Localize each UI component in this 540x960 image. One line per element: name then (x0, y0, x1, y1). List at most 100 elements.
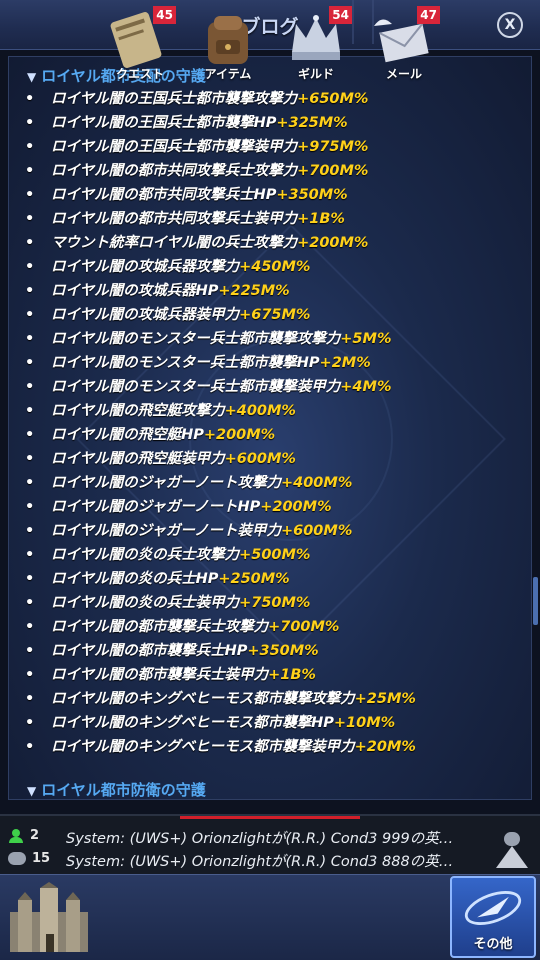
bonus-name: ロイヤル闇のジャガーノート攻撃力 (51, 475, 281, 491)
bonus-name: ロイヤル闇の飛空艇装甲力 (51, 451, 225, 467)
list-item: • ロイヤル闇のジャガーノートHP+200M% (25, 495, 332, 517)
message-count: 15 (8, 851, 50, 866)
list-item: • ロイヤル闇の攻城兵器HP+225M% (25, 279, 290, 301)
list-item: • ロイヤル闇のキングベヒーモス都市襲撃装甲力+20M% (25, 735, 416, 757)
chat-message: System: (UWS+) Orionzlightが(R.R.) Cond3 … (66, 831, 454, 847)
nav-item[interactable]: アイテム (186, 6, 270, 84)
bonus-value: +4M% (340, 379, 392, 395)
list-item: • ロイヤル闇の王国兵士都市襲撃HP+325M% (25, 111, 348, 133)
nav-label: ギルド (297, 67, 334, 81)
nav-mail[interactable]: 47 メール (362, 6, 446, 84)
compass-icon (464, 891, 522, 925)
nav-label: クエスト (115, 67, 164, 81)
bullet-icon: • (25, 307, 35, 323)
bonus-name: ロイヤル闇の都市共同攻撃兵士装甲力 (51, 211, 298, 227)
bonus-value: +10M% (333, 715, 396, 731)
bonus-value: +400M% (224, 403, 296, 419)
bonus-name: ロイヤル闇の飛空艇攻撃力 (51, 403, 225, 419)
bullet-icon: • (25, 595, 35, 611)
bullet-icon: • (25, 211, 35, 227)
mail-badge: 47 (417, 6, 440, 24)
bullet-icon: • (25, 331, 35, 347)
section-header-defense[interactable]: ▼ ロイヤル都市防衛の守護 (27, 779, 206, 799)
bonus-name: ロイヤル闇のキングベヒーモス都市襲撃HP (51, 715, 334, 731)
bonus-value: +5M% (340, 331, 392, 347)
bullet-icon: • (25, 667, 35, 683)
online-count: 2 (8, 828, 39, 843)
castle-icon[interactable] (6, 882, 92, 956)
bonus-name: ロイヤル闇のモンスター兵士都市襲撃攻撃力 (51, 331, 341, 347)
list-item: • ロイヤル闇の飛空艇装甲力+600M% (25, 447, 296, 469)
bonus-name: ロイヤル闇のモンスター兵士都市襲撃装甲力 (51, 379, 341, 395)
list-item: • ロイヤル闇の都市襲撃兵士装甲力+1B% (25, 663, 316, 685)
bullet-icon: • (25, 691, 35, 707)
bonus-value: +750M% (239, 595, 311, 611)
bonus-value: +1B% (297, 211, 345, 227)
bullet-icon: • (25, 739, 35, 755)
bonus-value: +350M% (247, 643, 319, 659)
bullet-icon: • (25, 451, 35, 467)
bonus-value: +400M% (280, 475, 353, 491)
list-item: • ロイヤル闇の飛空艇HP+200M% (25, 423, 275, 445)
chat-divider (180, 816, 360, 819)
bonus-name: ロイヤル闇の王国兵士都市襲撃攻撃力 (51, 91, 298, 107)
bullet-icon: • (25, 355, 35, 371)
bonus-name: マウント統率ロイヤル闇の兵士攻撃力 (51, 235, 298, 251)
bonus-value: +700M% (297, 163, 369, 179)
list-item: • ロイヤル闇の攻城兵器装甲力+675M% (25, 303, 310, 325)
bullet-icon: • (25, 619, 35, 635)
close-button[interactable]: X (497, 12, 523, 38)
bonus-value: +450M% (239, 259, 311, 275)
bonus-name: ロイヤル闇の都市襲撃兵士装甲力 (51, 667, 269, 683)
bonus-name: ロイヤル闇の都市襲撃兵士攻撃力 (51, 619, 269, 635)
bullet-icon: • (25, 547, 35, 563)
bonus-value: +675M% (239, 307, 311, 323)
bullet-icon: • (25, 187, 35, 203)
bonus-name: ロイヤル闇の都市共同攻撃兵士HP (51, 187, 277, 203)
bonus-name: ロイヤル闇の王国兵士都市襲撃HP (51, 115, 277, 131)
bullet-icon: • (25, 523, 35, 539)
bullet-icon: • (25, 499, 35, 515)
list-item: • ロイヤル闇のキングベヒーモス都市襲撃HP+10M% (25, 711, 395, 733)
triangle-down-icon: ▼ (27, 784, 37, 798)
page-title: ブログ (241, 16, 299, 38)
list-item: • ロイヤル闇の都市共同攻撃兵士装甲力+1B% (25, 207, 345, 229)
nav-other[interactable]: その他 (450, 876, 536, 958)
bullet-icon: • (25, 475, 35, 491)
bullet-icon: • (25, 259, 35, 275)
bonus-value: +25M% (354, 691, 416, 707)
bonus-value: +225M% (218, 283, 290, 299)
section-title-label: ロイヤル都市防衛の守護 (41, 781, 206, 799)
nav-quest[interactable]: 45 クエスト (98, 6, 182, 84)
bonus-name: ロイヤル闇のモンスター兵士都市襲撃HP (51, 355, 320, 371)
nav-guild[interactable]: 54 ギルド (274, 6, 358, 84)
bonus-name: ロイヤル闇の攻城兵器装甲力 (51, 307, 240, 323)
scrollbar-thumb[interactable] (533, 577, 538, 625)
list-item: • ロイヤル闇の王国兵士都市襲撃攻撃力+650M% (25, 87, 368, 109)
bonus-value: +600M% (224, 451, 296, 467)
person-icon (8, 828, 24, 843)
bonus-name: ロイヤル闇のジャガーノート装甲力 (51, 523, 281, 539)
list-item: • ロイヤル闇のジャガーノート攻撃力+400M% (25, 471, 352, 493)
list-item: • ロイヤル闇の都市共同攻撃兵士HP+350M% (25, 183, 348, 205)
bonus-value: +350M% (276, 187, 348, 203)
list-item: • ロイヤル闇の攻城兵器攻撃力+450M% (25, 255, 310, 277)
bullet-icon: • (25, 571, 35, 587)
list-item: • ロイヤル闇の王国兵士都市襲撃装甲力+975M% (25, 135, 368, 157)
list-item: • ロイヤル闇の炎の兵士HP+250M% (25, 567, 290, 589)
guild-badge: 54 (329, 6, 352, 24)
bonus-value: +650M% (297, 91, 369, 107)
list-item: • マウント統率ロイヤル闇の兵士攻撃力+200M% (25, 231, 368, 253)
bonus-value: +975M% (297, 139, 369, 155)
list-item: • ロイヤル闇の都市襲撃兵士攻撃力+700M% (25, 615, 339, 637)
bonus-name: ロイヤル闇のジャガーノートHP (51, 499, 261, 515)
bullet-icon: • (25, 403, 35, 419)
blog-content-panel[interactable]: ▼ ロイヤル都市支配の守護 • ロイヤル闇の王国兵士都市襲撃攻撃力+650M% • ロイ… (8, 56, 532, 800)
bonus-name: ロイヤル闇の都市襲撃兵士HP (51, 643, 248, 659)
chat-expand-icon[interactable] (494, 832, 530, 870)
bullet-icon: • (25, 283, 35, 299)
bonus-value: +500M% (239, 547, 311, 563)
bonus-value: +325M% (276, 115, 348, 131)
chat-bar[interactable]: 2 15 System: (UWS+) Orionzlightが(R.R.) C… (0, 814, 540, 874)
list-item: • ロイヤル闇のジャガーノート装甲力+600M% (25, 519, 352, 541)
